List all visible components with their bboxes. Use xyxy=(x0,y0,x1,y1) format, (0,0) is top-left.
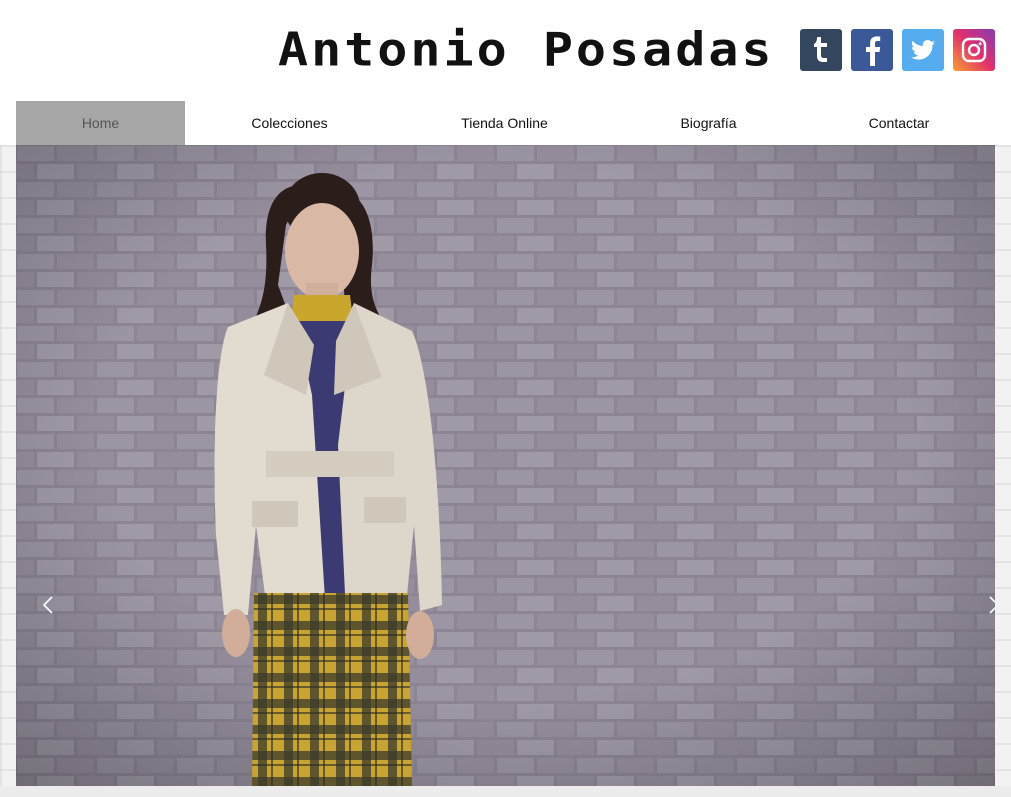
hero-slideshow[interactable] xyxy=(16,145,995,786)
fashion-model-photo xyxy=(16,145,995,786)
twitter-button[interactable] xyxy=(902,29,944,71)
social-bar xyxy=(800,29,995,71)
site-title[interactable]: Antonio Posadas xyxy=(278,24,775,76)
chevron-left-icon xyxy=(42,596,53,614)
slideshow-next-button[interactable] xyxy=(984,593,995,617)
nav-item-label: Colecciones xyxy=(251,115,328,131)
nav-item-contactar[interactable]: Contactar xyxy=(802,101,996,145)
tumblr-button[interactable] xyxy=(800,29,842,71)
nav-item-tienda-online[interactable]: Tienda Online xyxy=(394,101,615,145)
facebook-icon xyxy=(866,36,881,66)
page-footer-edge xyxy=(0,786,1011,797)
site-header: Antonio Posadas xyxy=(0,0,1011,100)
main-nav: Home Colecciones Tienda Online Biografía… xyxy=(16,101,1011,145)
instagram-button[interactable] xyxy=(953,29,995,71)
tumblr-icon xyxy=(814,37,827,62)
nav-item-label: Biografía xyxy=(680,115,737,131)
nav-item-home[interactable]: Home xyxy=(16,101,185,145)
instagram-icon xyxy=(961,37,987,63)
slideshow-prev-button[interactable] xyxy=(38,593,58,617)
nav-item-label: Home xyxy=(81,115,120,131)
nav-item-colecciones[interactable]: Colecciones xyxy=(185,101,394,145)
nav-item-label: Tienda Online xyxy=(461,115,548,131)
nav-item-biografia[interactable]: Biografía xyxy=(615,101,802,145)
nav-item-label: Contactar xyxy=(868,115,930,131)
facebook-button[interactable] xyxy=(851,29,893,71)
chevron-right-icon xyxy=(989,596,995,614)
twitter-icon xyxy=(911,40,935,60)
